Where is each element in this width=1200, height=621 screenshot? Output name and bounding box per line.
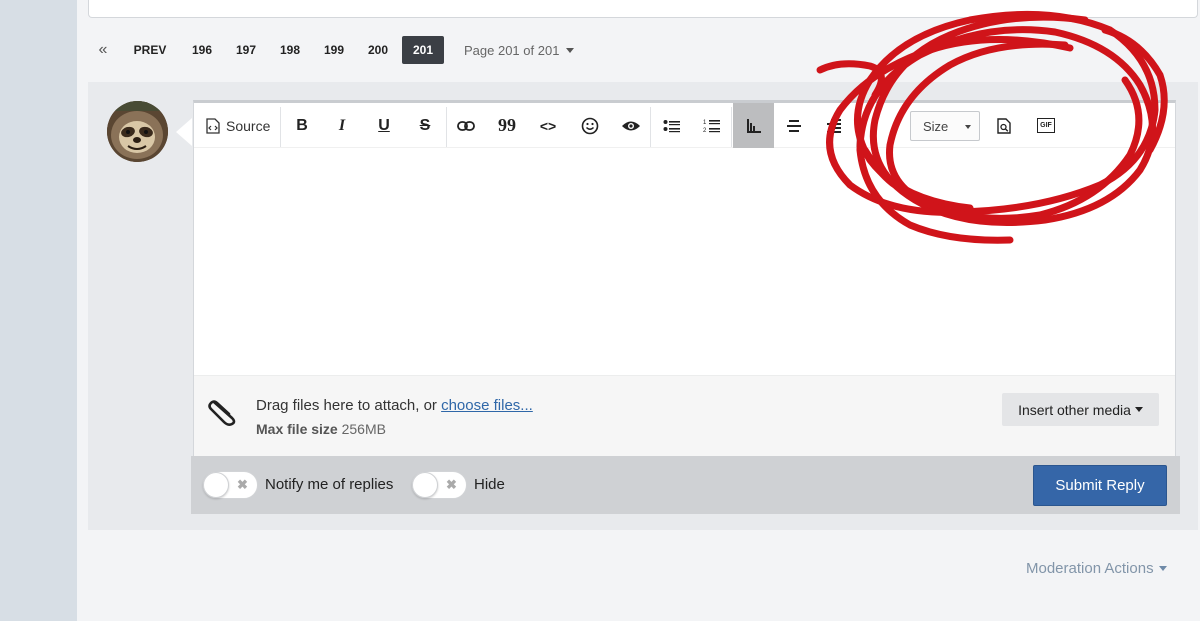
page-link-199[interactable]: 199 [314, 36, 354, 64]
chevron-down-icon [965, 125, 971, 129]
editor-toolbar: Source B I U S 99 <> 12 Size GIF [194, 103, 1175, 148]
quote-icon[interactable]: 99 [495, 103, 519, 148]
underline-icon[interactable]: U [372, 103, 396, 148]
toggle-knob [203, 472, 229, 498]
numbered-list-icon[interactable]: 12 [700, 103, 724, 148]
page-link-196[interactable]: 196 [182, 36, 222, 64]
align-center-icon[interactable] [782, 103, 806, 148]
chevron-down-icon [566, 47, 575, 53]
toolbar-divider [446, 107, 447, 147]
insert-other-media-label: Insert other media [1018, 401, 1131, 418]
svg-text:1: 1 [703, 120, 707, 126]
drag-files-text: Drag files here to attach, or [256, 397, 442, 414]
link-icon[interactable] [453, 103, 479, 148]
pagination: « PREV 196 197 198 199 200 201 Page 201 … [88, 36, 578, 64]
italic-icon[interactable]: I [330, 103, 354, 148]
left-rail [0, 0, 77, 621]
chevron-down-icon [1134, 407, 1143, 412]
toolbar-divider [650, 107, 651, 147]
bullet-list-icon[interactable] [660, 103, 684, 148]
toolbar-divider [856, 107, 857, 147]
current-page-201[interactable]: 201 [402, 36, 444, 64]
paperclip-icon [208, 396, 240, 431]
first-page-icon[interactable]: « [88, 36, 118, 64]
strikethrough-icon[interactable]: S [413, 103, 437, 148]
gif-icon: GIF [1037, 118, 1055, 133]
notify-label: Notify me of replies [265, 476, 394, 493]
toggle-knob [412, 472, 438, 498]
source-icon [206, 117, 220, 134]
emoji-icon[interactable] [578, 103, 602, 148]
max-file-size: Max file size 256MB [256, 421, 386, 437]
reply-footer: ✖ Notify me of replies ✖ Hide Submit Rep… [191, 456, 1180, 514]
toolbar-divider [280, 107, 281, 147]
page-jump-dropdown[interactable]: Page 201 of 201 [464, 36, 575, 64]
moderation-actions-label: Moderation Actions [1026, 560, 1154, 577]
prev-page-button[interactable]: PREV [122, 36, 178, 64]
rich-text-editor: Source B I U S 99 <> 12 Size GIF Drag fi… [193, 100, 1176, 514]
close-icon: ✖ [237, 477, 248, 492]
toolbar-divider [731, 107, 732, 147]
font-size-label: Size [923, 118, 949, 134]
align-right-icon[interactable] [822, 103, 846, 148]
source-label: Source [226, 117, 271, 134]
previous-post-box [88, 0, 1198, 18]
moderation-actions-dropdown[interactable]: Moderation Actions [1026, 560, 1167, 577]
gif-button[interactable]: GIF [1035, 103, 1057, 148]
avatar[interactable] [107, 101, 168, 162]
font-size-dropdown[interactable]: Size [910, 111, 980, 141]
notify-toggle[interactable]: ✖ [202, 471, 258, 499]
sloth-avatar-image [107, 101, 168, 162]
choose-files-link[interactable]: choose files... [441, 397, 533, 414]
page-jump-label: Page 201 of 201 [464, 42, 560, 58]
attach-instructions: Drag files here to attach, or choose fil… [256, 397, 533, 414]
code-icon[interactable]: <> [535, 103, 561, 148]
max-file-size-value: 256MB [341, 421, 386, 437]
hide-label: Hide [474, 476, 505, 493]
attachment-bar: Drag files here to attach, or choose fil… [194, 375, 1175, 457]
svg-text:2: 2 [703, 128, 707, 134]
source-button[interactable]: Source [206, 103, 270, 148]
editor-content-area[interactable] [194, 148, 1175, 374]
insert-other-media-button[interactable]: Insert other media [1002, 393, 1159, 426]
page-link-198[interactable]: 198 [270, 36, 310, 64]
page-link-200[interactable]: 200 [358, 36, 398, 64]
chevron-down-icon [1158, 566, 1167, 571]
preview-icon[interactable] [994, 103, 1014, 148]
hide-toggle[interactable]: ✖ [411, 471, 467, 499]
close-icon: ✖ [446, 477, 457, 492]
max-file-size-label: Max file size [256, 421, 338, 437]
align-left-icon[interactable] [733, 103, 774, 148]
submit-reply-button[interactable]: Submit Reply [1033, 465, 1167, 506]
bold-icon[interactable]: B [290, 103, 314, 148]
spoiler-eye-icon[interactable] [618, 103, 644, 148]
avatar-pointer [176, 118, 192, 146]
page-link-197[interactable]: 197 [226, 36, 266, 64]
